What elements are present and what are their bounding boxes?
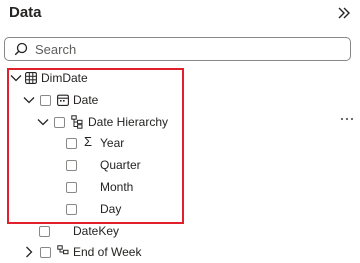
date-checkbox[interactable] (40, 95, 51, 106)
search-input[interactable] (35, 41, 325, 57)
tree-item-date[interactable]: Date (0, 89, 360, 111)
sigma-icon: Σ (84, 134, 93, 149)
quarter-checkbox[interactable] (66, 160, 77, 171)
level-label-quarter: Quarter (100, 158, 141, 172)
tree-item-dimdate[interactable]: DimDate (0, 67, 360, 89)
hierarchy-icon (57, 245, 69, 259)
search-icon (14, 42, 28, 56)
date-hierarchy-checkbox[interactable] (54, 117, 65, 128)
tree-item-year[interactable]: Σ Year (0, 132, 360, 154)
tree-item-quarter[interactable]: Quarter (0, 154, 360, 176)
field-label-datekey: DateKey (73, 224, 120, 238)
tree-item-day[interactable]: Day (0, 198, 360, 220)
more-options-icon[interactable] (340, 113, 354, 125)
calendar-icon (57, 94, 69, 106)
hierarchy-label: Date Hierarchy (88, 115, 169, 129)
tree-item-end-of-week[interactable]: End of Week (0, 241, 360, 263)
tree-item-datekey[interactable]: DateKey (0, 220, 360, 242)
table-icon (25, 72, 37, 84)
chevron-down-icon[interactable] (10, 72, 22, 84)
day-checkbox[interactable] (66, 204, 77, 215)
collapse-pane-button[interactable] (334, 2, 354, 24)
month-checkbox[interactable] (66, 182, 77, 193)
pane-title: Data (9, 4, 42, 21)
hierarchy-icon (71, 115, 83, 129)
year-checkbox[interactable] (66, 138, 77, 149)
level-label-month: Month (100, 180, 134, 194)
field-label-end-of-week: End of Week (73, 245, 142, 259)
level-label-year: Year (100, 136, 125, 150)
level-label-day: Day (100, 202, 122, 216)
table-name-label: DimDate (41, 71, 88, 85)
end-of-week-checkbox[interactable] (40, 247, 51, 258)
tree-item-date-hierarchy[interactable]: Date Hierarchy (0, 111, 360, 133)
date-field-label: Date (73, 93, 99, 107)
double-chevron-right-icon (338, 7, 350, 19)
chevron-down-icon[interactable] (23, 94, 35, 106)
chevron-right-icon[interactable] (23, 246, 35, 258)
search-box[interactable] (4, 37, 351, 61)
datekey-checkbox[interactable] (39, 226, 50, 237)
chevron-down-icon[interactable] (37, 116, 49, 128)
tree-item-month[interactable]: Month (0, 176, 360, 198)
